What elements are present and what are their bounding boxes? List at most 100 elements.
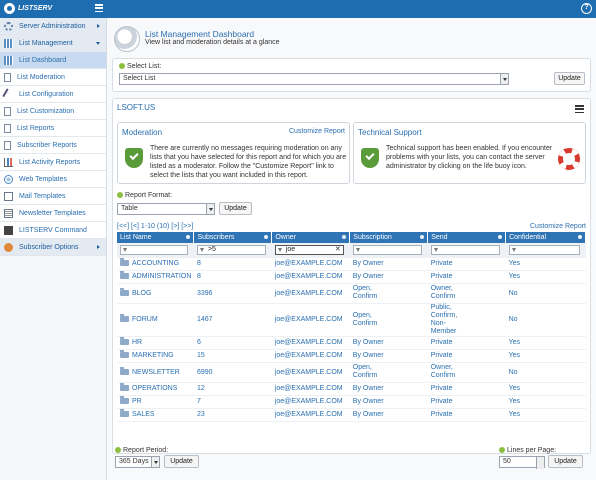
owner-cell: joe@EXAMPLE.COM — [271, 349, 350, 363]
column-header-subscription[interactable]: Subscription — [349, 232, 429, 243]
life-buoy-icon[interactable] — [558, 148, 580, 170]
column-header-list-name[interactable]: List Name — [117, 232, 195, 243]
chevron-down-icon — [151, 457, 159, 467]
moderation-customize-link[interactable]: Customize Report — [289, 128, 345, 135]
send-cell: Owner, Confirm — [427, 283, 506, 304]
sort-icon — [186, 235, 191, 239]
subscription-cell: Open, Confirm — [349, 283, 428, 304]
filter-owner-input[interactable]: joe ✕ — [274, 244, 344, 255]
confidential-cell: Yes — [505, 270, 586, 284]
sidebar-item-list-configuration[interactable]: List Configuration — [0, 86, 106, 103]
list-name-cell-text: MARKETING — [132, 352, 174, 359]
list-name-cell[interactable]: SALES — [117, 408, 194, 422]
subscription-cell: By Owner — [349, 257, 428, 271]
subscribers-cell-text: 8 — [196, 260, 201, 267]
chevron-down-icon — [96, 42, 100, 45]
list-name-cell[interactable]: PR — [117, 395, 194, 409]
send-cell-text: Owner, Confirm — [430, 285, 456, 300]
pen-icon — [2, 87, 15, 101]
owner-cell-text: joe@EXAMPLE.COM — [274, 368, 343, 376]
sidebar-item-list-moderation[interactable]: List Moderation — [0, 69, 106, 86]
gear-icon — [4, 21, 13, 31]
filter-send-input[interactable] — [430, 244, 500, 255]
confidential-cell: No — [505, 303, 586, 337]
sort-icon — [420, 235, 425, 239]
list-name-cell[interactable]: NEWSLETTER — [117, 362, 194, 383]
stepper-icon[interactable] — [536, 457, 544, 469]
owner-cell: joe@EXAMPLE.COM — [271, 408, 350, 422]
report-format-dropdown[interactable]: Table — [117, 203, 215, 215]
report-period-dropdown[interactable]: 365 Days — [115, 456, 160, 468]
info-bullet-icon — [499, 447, 505, 453]
list-name-cell[interactable]: HR — [117, 336, 194, 350]
table-row: PR 7 joe@EXAMPLE.COM By Owner Private Yes — [117, 395, 586, 409]
list-name-cell[interactable]: FORUM — [117, 303, 194, 337]
sidebar-item-list-activity-reports[interactable]: List Activity Reports — [0, 154, 106, 171]
help-icon[interactable]: ? — [581, 3, 592, 14]
sidebar-item-list-customization[interactable]: List Customization — [0, 103, 106, 120]
column-header-owner[interactable]: Owner — [271, 232, 351, 243]
column-header-subscribers[interactable]: Subscribers — [193, 232, 273, 243]
list-name-cell[interactable]: ACCOUNTING — [117, 257, 194, 271]
list-name-cell-text: BLOG — [132, 289, 152, 297]
chart-icon — [4, 157, 13, 167]
confidential-cell-text: No — [508, 316, 518, 323]
select-list-dropdown[interactable]: Select List — [119, 73, 509, 85]
hamburger-menu-icon[interactable] — [95, 4, 103, 12]
sidebar-item-label: List Management — [19, 39, 73, 47]
sidebar-item-list-reports[interactable]: List Reports — [0, 120, 106, 137]
sidebar-item-web-templates[interactable]: Web Templates — [0, 171, 106, 188]
list-name-cell-text: NEWSLETTER — [132, 368, 180, 376]
sidebar-item-newsletter-templates[interactable]: Newsletter Templates — [0, 205, 106, 222]
send-cell: Private — [427, 408, 506, 422]
report-period-update-button[interactable]: Update — [164, 455, 199, 468]
sidebar-item-subscriber-options[interactable]: Subscriber Options — [0, 239, 106, 256]
folder-icon — [120, 258, 129, 266]
confidential-cell-text: Yes — [508, 339, 520, 346]
folder-icon — [120, 271, 129, 279]
send-cell-text: Private — [430, 397, 453, 405]
sidebar-item-server-administration[interactable]: Server Administration — [0, 18, 106, 35]
owner-cell: joe@EXAMPLE.COM — [271, 362, 350, 383]
subscription-cell-text: By Owner — [352, 351, 384, 359]
list-name-cell[interactable]: BLOG — [117, 283, 194, 304]
subscribers-cell-text: 3396 — [196, 289, 213, 297]
send-cell-text: Private — [430, 259, 453, 267]
filter-list-name-input[interactable] — [120, 244, 188, 255]
subscribers-cell: 12 — [193, 382, 272, 396]
column-header-send[interactable]: Send — [427, 232, 507, 243]
filter-row: >5 joe ✕ — [117, 243, 586, 258]
listserv-logo[interactable]: LISTSERV — [4, 3, 52, 14]
list-name-cell-text: HR — [132, 339, 143, 346]
subscribers-cell: 3396 — [193, 283, 272, 304]
sidebar-item-label: Newsletter Templates — [19, 209, 86, 217]
subscription-cell: Open, Confirm — [349, 362, 428, 383]
filter-confidential-input[interactable] — [508, 244, 580, 255]
filter-subscribers-input[interactable]: >5 — [196, 244, 266, 255]
confidential-cell-text: Yes — [508, 411, 520, 418]
sidebar-item-subscriber-reports[interactable]: Subscriber Reports — [0, 137, 106, 154]
customize-report-link[interactable]: Customize Report — [530, 223, 586, 230]
sidebar-item-list-dashboard[interactable]: List Dashboard — [0, 52, 106, 69]
send-cell: Private — [427, 270, 506, 284]
column-header-confidential[interactable]: Confidential — [505, 232, 586, 243]
list-name-cell[interactable]: OPERATIONS — [117, 382, 194, 396]
lines-per-page-update-button[interactable]: Update — [548, 455, 583, 468]
sidebar-item-list-management[interactable]: List Management — [0, 35, 106, 52]
list-name-cell-text: FORUM — [132, 316, 158, 323]
lines-per-page-input[interactable]: 50 — [499, 456, 545, 469]
select-list-update-button[interactable]: Update — [554, 72, 585, 85]
chevron-right-icon — [97, 24, 100, 28]
report-format-update-button[interactable]: Update — [219, 202, 252, 215]
list-name-cell[interactable]: ADMINISTRATION — [117, 270, 194, 284]
clear-filter-icon[interactable]: ✕ — [335, 246, 341, 254]
sidebar-item-label: Web Templates — [19, 175, 67, 183]
moderation-text: There are currently no messages requirin… — [150, 145, 347, 179]
table-row: ACCOUNTING 8 joe@EXAMPLE.COM By Owner Privat… — [117, 257, 586, 271]
list-name-cell[interactable]: MARKETING — [117, 349, 194, 363]
sidebar-item-mail-templates[interactable]: Mail Templates — [0, 188, 106, 205]
pager[interactable]: [<<] [<] 1-10 (10) [>] [>>] — [117, 223, 193, 230]
filter-subscription-input[interactable] — [352, 244, 422, 255]
sidebar-item-listserv-command[interactable]: LISTSERV Command — [0, 222, 106, 239]
panel-menu-icon[interactable] — [575, 105, 584, 113]
